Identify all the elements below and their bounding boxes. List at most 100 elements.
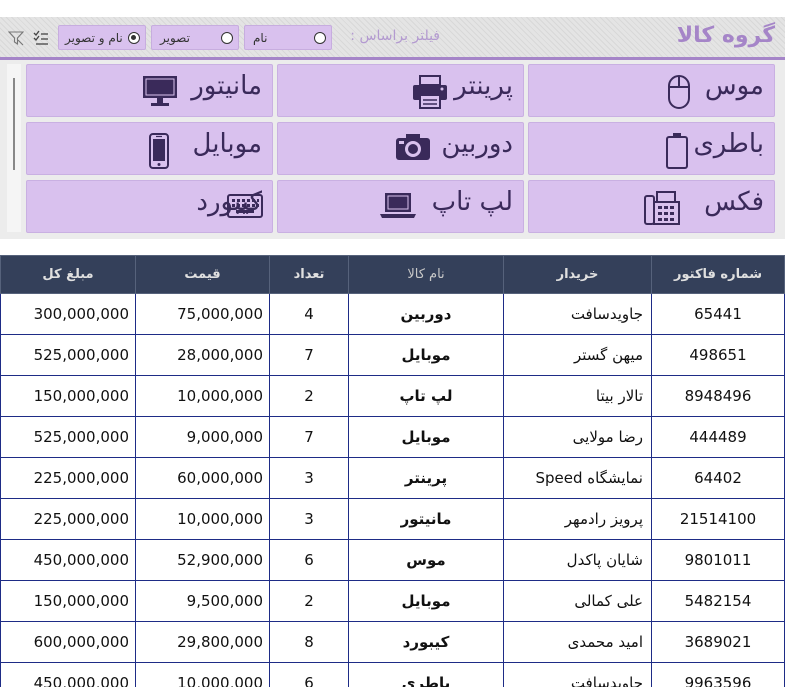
tile-label: موبایل xyxy=(192,129,262,159)
tile-label: مانیتور xyxy=(191,71,262,101)
cell-qty: 6 xyxy=(269,662,349,687)
cell-product: موبایل xyxy=(348,334,504,376)
tile-keyboard[interactable]: کیبورد xyxy=(26,180,273,233)
header-buyer[interactable]: خریدار xyxy=(503,255,652,294)
camera-icon xyxy=(396,134,430,160)
keyboard-icon xyxy=(227,194,263,218)
cell-invoice: 444489 xyxy=(651,416,785,458)
printer-icon xyxy=(413,75,447,109)
cell-qty: 2 xyxy=(269,580,349,622)
cell-product: موبایل xyxy=(348,416,504,458)
mobile-icon xyxy=(149,133,169,169)
table-row[interactable]: 225,000,000 10,000,000 3 مانیتور پرویز رادمه… xyxy=(0,498,785,540)
tile-label: پرینتر xyxy=(454,71,513,101)
cell-buyer: علی کمالی xyxy=(503,580,652,622)
table-row[interactable]: 525,000,000 28,000,000 7 موبایل میهن گستر 498… xyxy=(0,334,785,376)
tile-printer[interactable]: پرینتر xyxy=(277,64,524,117)
cell-price: 10,000,000 xyxy=(135,375,270,417)
tile-label: فکس xyxy=(704,187,764,217)
battery-icon xyxy=(666,133,688,169)
fax-icon xyxy=(644,191,680,225)
table-header-row: مبلغ کل قیمت تعداد نام کالا خریدار شماره… xyxy=(0,255,785,294)
tile-label: باطری xyxy=(693,129,764,159)
tile-fax[interactable]: فکس xyxy=(528,180,775,233)
filter-option-image[interactable]: تصویر xyxy=(151,25,239,50)
cell-invoice: 8948496 xyxy=(651,375,785,417)
tile-monitor[interactable]: مانیتور xyxy=(26,64,273,117)
tile-camera[interactable]: دوربین xyxy=(277,122,524,175)
monitor-icon xyxy=(143,76,177,106)
tiles-scrollbar[interactable] xyxy=(7,64,21,232)
cell-qty: 6 xyxy=(269,539,349,581)
cell-buyer: میهن گستر xyxy=(503,334,652,376)
cell-invoice: 64402 xyxy=(651,457,785,499)
table-row[interactable]: 150,000,000 10,000,000 2 لپ تاپ تالار بیتا 89… xyxy=(0,375,785,417)
tile-laptop[interactable]: لپ تاپ xyxy=(277,180,524,233)
panel-header: گروه کالا فیلتر براساس : نام تصویر نام و… xyxy=(0,17,785,57)
radio-image[interactable] xyxy=(221,32,233,44)
header-price[interactable]: قیمت xyxy=(135,255,270,294)
tile-mobile[interactable]: موبایل xyxy=(26,122,273,175)
filter-option-name-label: نام xyxy=(253,31,268,45)
filter-option-name-and-image[interactable]: نام و تصویر xyxy=(58,25,146,50)
scrollbar-thumb[interactable] xyxy=(13,78,15,170)
radio-name[interactable] xyxy=(314,32,326,44)
header-invoice[interactable]: شماره فاکتور xyxy=(651,255,785,294)
table-row[interactable]: 225,000,000 60,000,000 3 پرینتر نمایشگاه Spe… xyxy=(0,457,785,499)
cell-buyer: پرویز رادمهر xyxy=(503,498,652,540)
cell-invoice: 3689021 xyxy=(651,621,785,663)
tile-mouse[interactable]: موس xyxy=(528,64,775,117)
cell-total: 450,000,000 xyxy=(0,662,136,687)
cell-qty: 4 xyxy=(269,293,349,335)
table-row[interactable]: 150,000,000 9,500,000 2 موبایل علی کمالی 5482… xyxy=(0,580,785,622)
panel-title: گروه کالا xyxy=(676,23,775,48)
cell-total: 600,000,000 xyxy=(0,621,136,663)
tile-battery[interactable]: باطری xyxy=(528,122,775,175)
cell-total: 450,000,000 xyxy=(0,539,136,581)
header-qty[interactable]: تعداد xyxy=(269,255,349,294)
cell-total: 525,000,000 xyxy=(0,416,136,458)
cell-invoice: 9963596 xyxy=(651,662,785,687)
radio-name-and-image[interactable] xyxy=(128,32,140,44)
cell-total: 225,000,000 xyxy=(0,457,136,499)
cell-buyer: جاویدسافت xyxy=(503,293,652,335)
multi-select-icon[interactable] xyxy=(33,30,49,46)
table-row[interactable]: 600,000,000 29,800,000 8 کیبورد امید محمدی 36… xyxy=(0,621,785,663)
cell-price: 52,900,000 xyxy=(135,539,270,581)
cell-product: لپ تاپ xyxy=(348,375,504,417)
cell-product: مانیتور xyxy=(348,498,504,540)
table-row[interactable]: 450,000,000 52,900,000 6 موس شایان پاکدل 9801… xyxy=(0,539,785,581)
cell-price: 29,800,000 xyxy=(135,621,270,663)
cell-total: 300,000,000 xyxy=(0,293,136,335)
cell-buyer: رضا مولایی xyxy=(503,416,652,458)
cell-total: 150,000,000 xyxy=(0,580,136,622)
header-product[interactable]: نام کالا xyxy=(348,255,504,294)
filter-option-both-label: نام و تصویر xyxy=(65,31,123,45)
cell-price: 75,000,000 xyxy=(135,293,270,335)
cell-qty: 7 xyxy=(269,334,349,376)
header-total[interactable]: مبلغ کل xyxy=(0,255,136,294)
table-row[interactable]: 300,000,000 75,000,000 4 دوربین جاویدسافت 654… xyxy=(0,293,785,335)
tile-label: لپ تاپ xyxy=(431,187,513,217)
cell-total: 525,000,000 xyxy=(0,334,136,376)
cell-total: 225,000,000 xyxy=(0,498,136,540)
cell-product: موس xyxy=(348,539,504,581)
cell-price: 60,000,000 xyxy=(135,457,270,499)
table-row[interactable]: 450,000,000 10,000,000 6 باطری جاویدسافت 9963… xyxy=(0,662,785,687)
cell-product: موبایل xyxy=(348,580,504,622)
table-row[interactable]: 525,000,000 9,000,000 7 موبایل رضا مولایی 444… xyxy=(0,416,785,458)
cell-qty: 7 xyxy=(269,416,349,458)
cell-buyer: شایان پاکدل xyxy=(503,539,652,581)
cell-invoice: 21514100 xyxy=(651,498,785,540)
clear-filter-icon[interactable] xyxy=(8,30,24,46)
cell-buyer: امید محمدی xyxy=(503,621,652,663)
cell-buyer: جاویدسافت xyxy=(503,662,652,687)
cell-invoice: 5482154 xyxy=(651,580,785,622)
cell-invoice: 65441 xyxy=(651,293,785,335)
cell-invoice: 498651 xyxy=(651,334,785,376)
cell-product: باطری xyxy=(348,662,504,687)
cell-buyer: نمایشگاه Speed xyxy=(503,457,652,499)
filter-option-name[interactable]: نام xyxy=(244,25,332,50)
cell-product: پرینتر xyxy=(348,457,504,499)
cell-qty: 3 xyxy=(269,498,349,540)
